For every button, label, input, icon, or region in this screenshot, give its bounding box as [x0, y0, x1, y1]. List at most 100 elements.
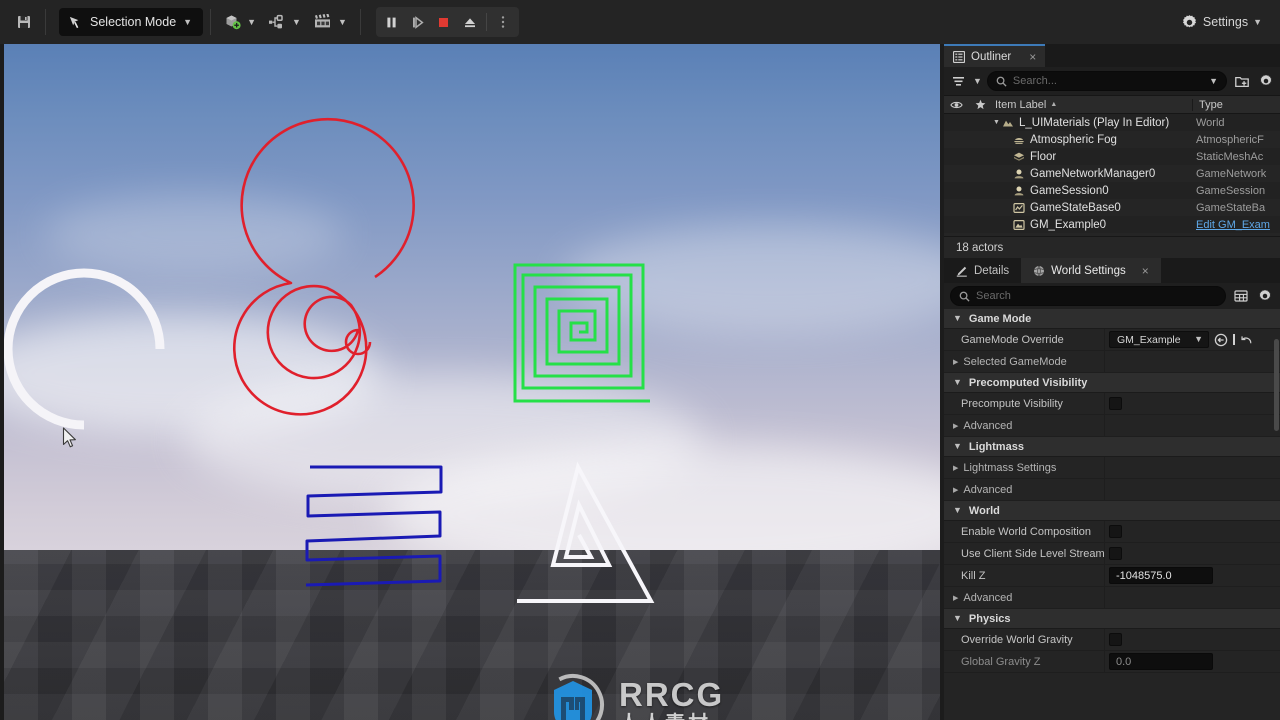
- outliner-column-header: Item Label ▲ Type: [944, 95, 1280, 114]
- sort-ascending-icon: ▲: [1050, 101, 1058, 108]
- blueprint-node-icon: [269, 14, 283, 29]
- chevron-down-icon[interactable]: ▼: [973, 76, 982, 86]
- property-label-expandable[interactable]: ▶ Selected GameMode: [944, 356, 1104, 368]
- client-side-level-streaming-checkbox[interactable]: [1109, 547, 1122, 560]
- property-row[interactable]: Override World Gravity: [944, 629, 1280, 651]
- property-label: Use Client Side Level Streaming V...: [961, 547, 1104, 560]
- gamemode-override-dropdown[interactable]: GM_Example ▼: [1109, 331, 1209, 348]
- add-actor-button[interactable]: ▼: [218, 8, 262, 36]
- outliner-settings-button[interactable]: [1256, 72, 1275, 91]
- chevron-down-icon[interactable]: ▼: [1209, 76, 1218, 86]
- property-label: Global Gravity Z: [961, 655, 1041, 668]
- playback-options-button[interactable]: [490, 9, 516, 35]
- filter-button[interactable]: [949, 72, 968, 91]
- property-row[interactable]: Global Gravity Z 0.0: [944, 651, 1280, 673]
- expand-arrow-icon: ▶: [953, 422, 959, 430]
- kill-z-input[interactable]: -1048575.0: [1109, 567, 1213, 584]
- table-row[interactable]: Atmospheric Fog AtmosphericF: [944, 131, 1280, 148]
- table-row[interactable]: Floor StaticMeshAc: [944, 148, 1280, 165]
- property-row[interactable]: Enable World Composition: [944, 521, 1280, 543]
- selection-mode-button[interactable]: Selection Mode ▼: [59, 8, 204, 36]
- cinematics-button[interactable]: ▼: [307, 8, 353, 36]
- tab-outliner[interactable]: Outliner ×: [944, 44, 1046, 67]
- expand-arrow-icon: ▶: [953, 486, 959, 494]
- new-folder-button[interactable]: [1232, 72, 1251, 91]
- section-world[interactable]: ▼ World: [944, 501, 1280, 521]
- property-row[interactable]: GameMode Override GM_Example ▼: [944, 329, 1280, 351]
- red-round-spiral-shape: [232, 117, 415, 416]
- table-row[interactable]: GameSession0 GameSession: [944, 182, 1280, 199]
- tab-details[interactable]: Details: [944, 258, 1021, 283]
- section-physics[interactable]: ▼ Physics: [944, 609, 1280, 629]
- frame-advance-button[interactable]: [405, 9, 431, 35]
- outliner-tree[interactable]: ▼ L_UIMaterials (Play In Editor) World A…: [944, 114, 1280, 236]
- tab-world-settings[interactable]: World Settings ×: [1021, 258, 1161, 283]
- enable-world-composition-checkbox[interactable]: [1109, 525, 1122, 538]
- column-item-label[interactable]: Item Label ▲: [991, 99, 1192, 111]
- pause-button[interactable]: [379, 9, 405, 35]
- gear-icon: [1259, 289, 1270, 301]
- grid-view-button[interactable]: [1231, 287, 1250, 306]
- details-search-input[interactable]: Search: [950, 286, 1226, 306]
- details-scrollbar[interactable]: [1274, 339, 1279, 431]
- details-settings-button[interactable]: [1255, 287, 1274, 306]
- property-row[interactable]: Use Client Side Level Streaming V...: [944, 543, 1280, 565]
- property-row[interactable]: ▶ Lightmass Settings: [944, 457, 1280, 479]
- column-type[interactable]: Type: [1192, 98, 1280, 111]
- static-mesh-icon: [1014, 152, 1024, 161]
- cursor-select-icon: [69, 16, 79, 28]
- column-visibility[interactable]: [944, 100, 969, 110]
- close-icon[interactable]: ×: [1142, 264, 1149, 278]
- expand-arrow-icon[interactable]: ▼: [991, 119, 1002, 126]
- item-type-link[interactable]: Edit GM_Exam: [1192, 219, 1280, 231]
- section-lightmass[interactable]: ▼ Lightmass: [944, 437, 1280, 457]
- expand-arrow-icon: ▶: [953, 594, 959, 602]
- eye-icon: [950, 101, 963, 108]
- precompute-visibility-checkbox[interactable]: [1109, 397, 1122, 410]
- reset-icon[interactable]: [1240, 333, 1253, 346]
- world-settings-properties[interactable]: ▼ Game Mode GameMode Override GM_Example…: [944, 309, 1280, 720]
- column-pinned[interactable]: [969, 99, 991, 110]
- section-game-mode[interactable]: ▼ Game Mode: [944, 309, 1280, 329]
- browse-icon[interactable]: [1214, 333, 1228, 347]
- item-label: GameNetworkManager0: [1030, 167, 1156, 180]
- global-gravity-z-input[interactable]: 0.0: [1109, 653, 1213, 670]
- level-viewport[interactable]: RRCG 人人素材: [4, 44, 940, 720]
- section-title: Lightmass: [968, 440, 1024, 453]
- property-label-expandable[interactable]: ▶ Advanced: [944, 420, 1104, 432]
- world-icon: [1003, 120, 1013, 126]
- override-world-gravity-checkbox[interactable]: [1109, 633, 1122, 646]
- section-title: World: [968, 504, 1000, 517]
- property-row[interactable]: ▶ Advanced: [944, 587, 1280, 609]
- grid-view-icon: [1233, 290, 1248, 302]
- item-label: Floor: [1030, 150, 1057, 163]
- new-folder-icon: [1234, 76, 1249, 87]
- item-type: GameNetwork: [1196, 167, 1267, 180]
- save-button[interactable]: [10, 8, 38, 36]
- table-row[interactable]: ▼ L_UIMaterials (Play In Editor) World: [944, 114, 1280, 131]
- property-label-expandable[interactable]: ▶ Advanced: [944, 484, 1104, 496]
- blueprints-button[interactable]: ▼: [262, 8, 307, 36]
- property-label-expandable[interactable]: ▶ Lightmass Settings: [944, 462, 1104, 474]
- property-label: Lightmass Settings: [963, 461, 1057, 474]
- settings-button[interactable]: Settings ▼: [1175, 8, 1268, 36]
- section-precomputed-visibility[interactable]: ▼ Precomputed Visibility: [944, 373, 1280, 393]
- table-row[interactable]: GameStateBase0 GameStateBa: [944, 199, 1280, 216]
- table-row[interactable]: GameNetworkManager0 GameNetwork: [944, 165, 1280, 182]
- property-row[interactable]: ▶ Advanced: [944, 415, 1280, 437]
- table-row[interactable]: HUD0 HUD: [944, 233, 1280, 236]
- property-label: Advanced: [963, 483, 1013, 496]
- table-row[interactable]: GM_Example0 Edit GM_Exam: [944, 216, 1280, 233]
- eject-button[interactable]: [457, 9, 483, 35]
- gear-icon: [1182, 14, 1196, 27]
- outliner-search-input[interactable]: Search... ▼: [986, 71, 1227, 91]
- stop-button[interactable]: [431, 9, 457, 35]
- chevron-down-icon: ▼: [292, 16, 301, 27]
- property-row[interactable]: Kill Z -1048575.0: [944, 565, 1280, 587]
- property-label-expandable[interactable]: ▶ Advanced: [944, 592, 1104, 604]
- property-row[interactable]: Precompute Visibility: [944, 393, 1280, 415]
- close-icon[interactable]: ×: [1029, 50, 1036, 64]
- property-row[interactable]: ▶ Selected GameMode: [944, 351, 1280, 373]
- property-row[interactable]: ▶ Advanced: [944, 479, 1280, 501]
- chevron-down-icon: ▼: [247, 16, 257, 27]
